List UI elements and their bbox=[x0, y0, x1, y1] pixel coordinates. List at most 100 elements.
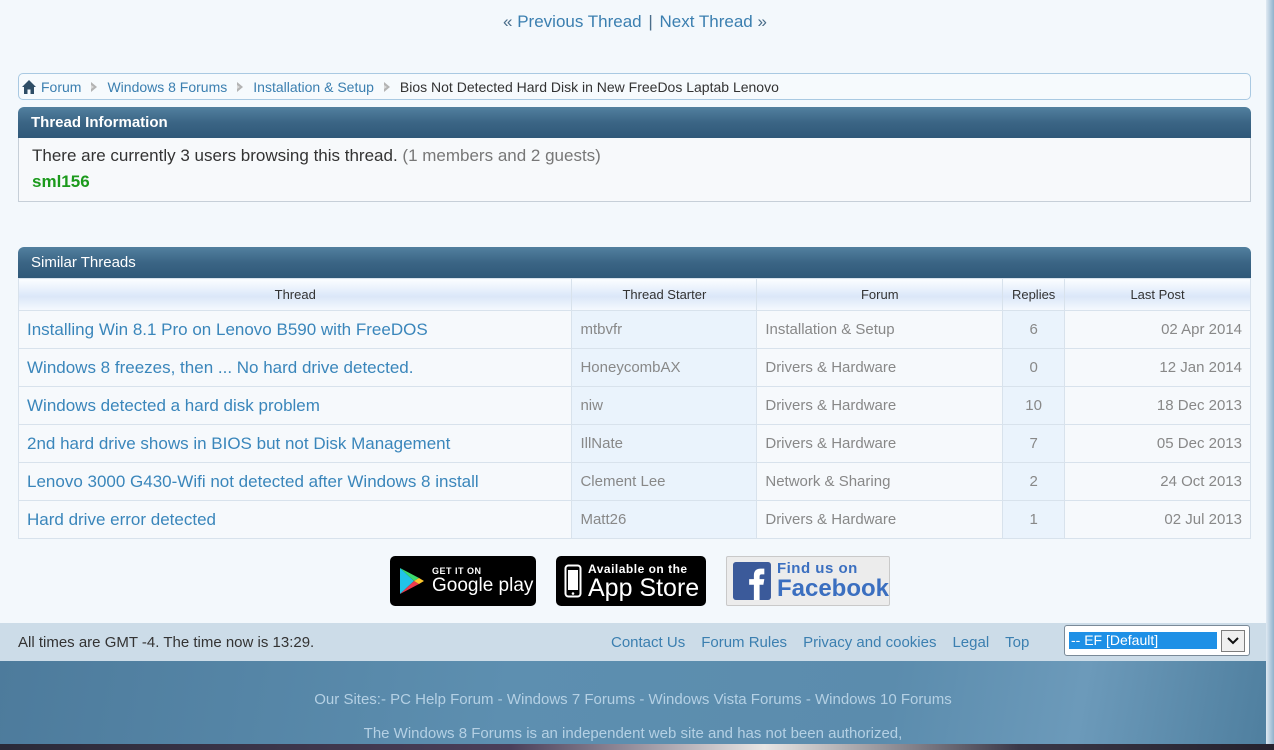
browsing-count: There are currently 3 users browsing thi… bbox=[32, 146, 398, 165]
similar-threads-block: Similar Threads Thread Thread Starter Fo… bbox=[17, 247, 1251, 539]
thread-information-block: Thread Information There are currently 3… bbox=[18, 107, 1251, 202]
thread-forum: Drivers & Hardware bbox=[756, 424, 1004, 463]
thread-forum: Network & Sharing bbox=[756, 462, 1004, 501]
column-header-thread[interactable]: Thread bbox=[17, 278, 573, 311]
breadcrumb-installation-setup[interactable]: Installation & Setup bbox=[253, 79, 374, 95]
thread-last-post: 02 Apr 2014 bbox=[1064, 310, 1251, 349]
thread-title-link[interactable]: Windows 8 freezes, then ... No hard driv… bbox=[27, 358, 413, 377]
member-link[interactable]: sml156 bbox=[32, 172, 90, 192]
site-separator: - bbox=[635, 691, 649, 708]
site-separator: - bbox=[493, 691, 507, 708]
thread-last-post: 18 Dec 2013 bbox=[1064, 386, 1251, 425]
column-header-last-post[interactable]: Last Post bbox=[1064, 278, 1251, 311]
breadcrumb-current-thread: Bios Not Detected Hard Disk in New FreeD… bbox=[399, 78, 779, 95]
thread-replies: 1 bbox=[1002, 500, 1066, 539]
thread-title-link[interactable]: 2nd hard drive shows in BIOS but not Dis… bbox=[27, 434, 450, 453]
browsing-users-text: There are currently 3 users browsing thi… bbox=[32, 146, 1237, 166]
thread-replies: 10 bbox=[1002, 386, 1066, 425]
our-sites-label: Our Sites:- bbox=[314, 691, 391, 708]
windows10-forums-link[interactable]: Windows 10 Forums bbox=[815, 691, 952, 708]
thread-information-body: There are currently 3 users browsing thi… bbox=[18, 138, 1251, 202]
thread-replies: 6 bbox=[1002, 310, 1066, 349]
site-separator: - bbox=[801, 691, 815, 708]
thread-information-header: Thread Information bbox=[18, 107, 1251, 138]
background-image-strip bbox=[0, 744, 1274, 750]
table-header-row: Thread Thread Starter Forum Replies Last… bbox=[17, 278, 1251, 311]
forum-rules-link[interactable]: Forum Rules bbox=[701, 634, 787, 651]
chevron-down-icon bbox=[1227, 636, 1239, 644]
thread-last-post: 12 Jan 2014 bbox=[1064, 348, 1251, 387]
app-store-big-text: App Store bbox=[588, 574, 700, 602]
thread-last-post: 02 Jul 2013 bbox=[1064, 500, 1251, 539]
similar-threads-table: Thread Thread Starter Forum Replies Last… bbox=[17, 278, 1251, 539]
breadcrumb-arrow-icon bbox=[91, 81, 98, 92]
next-thread-link[interactable]: Next Thread bbox=[660, 12, 753, 31]
google-play-icon bbox=[400, 568, 424, 594]
thread-title-link[interactable]: Lenovo 3000 G430-Wifi not detected after… bbox=[27, 472, 479, 491]
table-row: 2nd hard drive shows in BIOS but not Dis… bbox=[17, 424, 1251, 463]
thread-starter: Matt26 bbox=[571, 500, 758, 539]
thread-forum: Drivers & Hardware bbox=[756, 386, 1004, 425]
app-store-badge[interactable]: Available on the App Store bbox=[556, 556, 706, 606]
column-header-forum[interactable]: Forum bbox=[756, 278, 1004, 311]
legal-link[interactable]: Legal bbox=[952, 634, 989, 651]
windows-vista-forums-link[interactable]: Windows Vista Forums bbox=[649, 691, 802, 708]
breadcrumb-windows8-forums[interactable]: Windows 8 Forums bbox=[107, 79, 227, 95]
app-badges: GET IT ON Google play Available on the A… bbox=[390, 556, 890, 606]
page-scrollbar[interactable] bbox=[1266, 0, 1274, 750]
timezone-text: All times are GMT -4. The time now is 13… bbox=[18, 633, 315, 651]
top-link[interactable]: Top bbox=[1005, 634, 1029, 651]
previous-thread-link[interactable]: Previous Thread bbox=[517, 12, 641, 31]
home-icon[interactable] bbox=[21, 79, 37, 95]
disclaimer-text: The Windows 8 Forums is an independent w… bbox=[363, 725, 903, 742]
table-row: Windows 8 freezes, then ... No hard driv… bbox=[17, 348, 1251, 387]
thread-title-link[interactable]: Windows detected a hard disk problem bbox=[27, 396, 320, 415]
pc-help-forum-link[interactable]: PC Help Forum bbox=[390, 691, 493, 708]
breadcrumb-arrow-icon bbox=[237, 81, 244, 92]
facebook-big-text: Facebook bbox=[776, 575, 889, 602]
thread-starter: IllNate bbox=[571, 424, 758, 463]
thread-title-link[interactable]: Hard drive error detected bbox=[27, 510, 216, 529]
thread-forum: Installation & Setup bbox=[756, 310, 1004, 349]
column-header-replies[interactable]: Replies bbox=[1002, 278, 1066, 311]
breadcrumb-forum[interactable]: Forum bbox=[41, 79, 81, 95]
style-chooser-select[interactable]: -- EF [Default] bbox=[1064, 625, 1250, 656]
our-sites: Our Sites:- PC Help Forum - Windows 7 Fo… bbox=[0, 691, 1266, 708]
thread-starter: mtbvfr bbox=[571, 310, 758, 349]
thread-replies: 7 bbox=[1002, 424, 1066, 463]
privacy-cookies-link[interactable]: Privacy and cookies bbox=[803, 634, 936, 651]
facebook-icon bbox=[733, 562, 771, 600]
thread-navigation: « Previous Thread | Next Thread » bbox=[0, 12, 1270, 32]
footer-links: Contact Us Forum Rules Privacy and cooki… bbox=[611, 634, 1029, 651]
windows7-forums-link[interactable]: Windows 7 Forums bbox=[507, 691, 635, 708]
breadcrumb: Forum Windows 8 Forums Installation & Se… bbox=[18, 73, 1251, 100]
facebook-badge[interactable]: Find us on Facebook bbox=[726, 556, 890, 606]
table-row: Installing Win 8.1 Pro on Lenovo B590 wi… bbox=[17, 310, 1251, 349]
column-header-thread-starter[interactable]: Thread Starter bbox=[571, 278, 758, 311]
prev-arrow: « bbox=[503, 12, 513, 31]
breadcrumb-arrow-icon bbox=[383, 81, 390, 92]
nav-separator: | bbox=[648, 12, 653, 31]
thread-replies: 0 bbox=[1002, 348, 1066, 387]
table-row: Hard drive error detected Matt26 Drivers… bbox=[17, 500, 1251, 539]
contact-us-link[interactable]: Contact Us bbox=[611, 634, 685, 651]
thread-starter: Clement Lee bbox=[571, 462, 758, 501]
thread-forum: Drivers & Hardware bbox=[756, 500, 1004, 539]
thread-title-link[interactable]: Installing Win 8.1 Pro on Lenovo B590 wi… bbox=[27, 320, 428, 339]
style-chooser-value: -- EF [Default] bbox=[1069, 632, 1217, 649]
thread-last-post: 24 Oct 2013 bbox=[1064, 462, 1251, 501]
google-play-big-text: Google play bbox=[432, 575, 534, 596]
thread-starter: HoneycombAX bbox=[571, 348, 758, 387]
thread-last-post: 05 Dec 2013 bbox=[1064, 424, 1251, 463]
thread-starter: niw bbox=[571, 386, 758, 425]
thread-replies: 2 bbox=[1002, 462, 1066, 501]
next-arrow: » bbox=[757, 12, 767, 31]
table-row: Lenovo 3000 G430-Wifi not detected after… bbox=[17, 462, 1251, 501]
browsing-breakdown: (1 members and 2 guests) bbox=[402, 146, 601, 165]
similar-threads-header: Similar Threads bbox=[18, 247, 1251, 278]
iphone-icon bbox=[564, 564, 582, 598]
footer-bar: All times are GMT -4. The time now is 13… bbox=[0, 623, 1266, 661]
google-play-badge[interactable]: GET IT ON Google play bbox=[390, 556, 536, 606]
dropdown-button[interactable] bbox=[1221, 629, 1245, 652]
table-row: Windows detected a hard disk problem niw… bbox=[17, 386, 1251, 425]
